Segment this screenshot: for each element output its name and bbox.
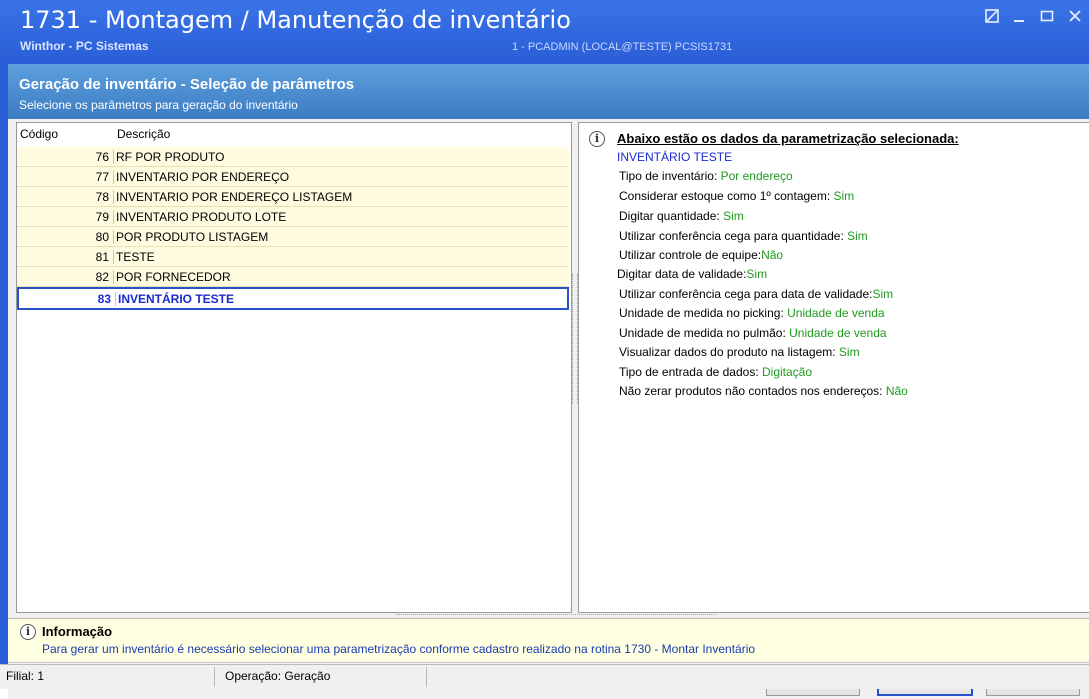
column-header-description[interactable]: Descrição xyxy=(117,127,170,141)
list-item[interactable]: 78 INVENTARIO POR ENDEREÇO LISTAGEM xyxy=(17,187,569,207)
detail-field: Utilizar conferência cega para data de v… xyxy=(619,287,893,301)
details-name: INVENTÁRIO TESTE xyxy=(617,150,733,164)
window-subtitle: Winthor - PC Sistemas xyxy=(20,39,149,53)
field-value: Digitação xyxy=(762,365,813,379)
field-value: Sim xyxy=(746,267,768,281)
status-divider xyxy=(214,667,215,687)
item-description: POR PRODUTO LISTAGEM xyxy=(113,230,268,244)
item-description: INVENTARIO POR ENDEREÇO xyxy=(113,170,289,184)
list-item[interactable]: 80 POR PRODUTO LISTAGEM xyxy=(17,227,569,247)
restore-icon[interactable] xyxy=(985,8,999,26)
item-description: POR FORNECEDOR xyxy=(113,270,231,284)
detail-field: Digitar data de validade:Sim xyxy=(617,267,767,281)
field-value: Sim xyxy=(847,229,868,243)
item-code: 80 xyxy=(95,230,109,244)
list-item[interactable]: 77 INVENTARIO POR ENDEREÇO xyxy=(17,167,569,187)
field-value: Por endereço xyxy=(720,169,793,183)
details-title: Abaixo estão os dados da parametrização … xyxy=(617,131,959,146)
info-icon: i xyxy=(589,131,605,147)
minimize-icon[interactable] xyxy=(1012,8,1026,26)
info-icon: i xyxy=(20,624,36,640)
detail-field: Utilizar controle de equipe:Não xyxy=(619,248,783,262)
title-bar[interactable]: 1731 - Montagem / Manutenção de inventár… xyxy=(0,0,1089,64)
list-item[interactable]: 82 POR FORNECEDOR xyxy=(17,267,569,287)
detail-field: Não zerar produtos não contados nos ende… xyxy=(619,384,908,398)
field-label: Considerar estoque como 1º contagem: xyxy=(619,189,834,203)
detail-field: Tipo de inventário: Por endereço xyxy=(619,169,793,183)
status-filial: Filial: 1 xyxy=(6,669,45,683)
client-area: Geração de inventário - Seleção de parâm… xyxy=(8,64,1089,699)
item-description: TESTE xyxy=(113,250,155,264)
detail-field: Utilizar conferência cega para quantidad… xyxy=(619,229,868,243)
list-item[interactable]: 76 RF POR PRODUTO xyxy=(17,147,569,167)
field-label: Digitar data de validade: xyxy=(617,267,747,281)
field-label: Não zerar produtos não contados nos ende… xyxy=(619,384,886,398)
info-bar: i Informação Para gerar um inventário é … xyxy=(8,618,1089,661)
app-window: 1731 - Montagem / Manutenção de inventár… xyxy=(0,0,1089,699)
list-item[interactable]: 81 TESTE xyxy=(17,247,569,267)
field-label: Unidade de medida no picking: xyxy=(619,306,788,320)
window-title: 1731 - Montagem / Manutenção de inventár… xyxy=(20,6,571,34)
field-value: Unidade de venda xyxy=(787,306,885,320)
status-operacao: Operação: Geração xyxy=(225,669,331,683)
close-icon[interactable] xyxy=(1068,8,1082,26)
field-label: Visualizar dados do produto na listagem: xyxy=(619,345,839,359)
field-value: Sim xyxy=(723,209,744,223)
parameter-list[interactable]: Código Descrição 76 RF POR PRODUTO 77 IN… xyxy=(16,122,572,613)
detail-field: Digitar quantidade: Sim xyxy=(619,209,744,223)
item-code: 79 xyxy=(95,210,109,224)
field-label: Utilizar conferência cega para quantidad… xyxy=(619,229,848,243)
field-label: Tipo de entrada de dados: xyxy=(619,365,762,379)
item-description: RF POR PRODUTO xyxy=(113,150,224,164)
details-panel: i Abaixo estão os dados da parametrizaçã… xyxy=(578,122,1089,613)
field-label: Digitar quantidade: xyxy=(619,209,724,223)
detail-field: Considerar estoque como 1º contagem: Sim xyxy=(619,189,854,203)
detail-field: Unidade de medida no picking: Unidade de… xyxy=(619,306,885,320)
status-bar: Filial: 1 Operação: Geração xyxy=(0,664,1089,689)
item-code: 82 xyxy=(95,270,109,284)
item-code: 76 xyxy=(95,150,109,164)
detail-field: Visualizar dados do produto na listagem:… xyxy=(619,345,860,359)
status-divider xyxy=(426,667,427,687)
field-value: Não xyxy=(885,384,908,398)
item-code: 81 xyxy=(95,250,109,264)
field-label: Utilizar conferência cega para data de v… xyxy=(619,287,873,301)
list-item-selected[interactable]: 83 INVENTÁRIO TESTE xyxy=(17,287,569,310)
field-value: Sim xyxy=(872,287,894,301)
field-label: Unidade de medida no pulmão: xyxy=(619,326,790,340)
item-description: INVENTARIO PRODUTO LOTE xyxy=(113,210,286,224)
column-header-code[interactable]: Código xyxy=(20,127,58,141)
item-code: 83 xyxy=(97,292,111,306)
item-code: 78 xyxy=(95,190,109,204)
list-item[interactable]: 79 INVENTARIO PRODUTO LOTE xyxy=(17,207,569,227)
page-subtitle: Selecione os parâmetros para geração do … xyxy=(19,98,298,112)
item-description: INVENTÁRIO TESTE xyxy=(115,292,234,306)
maximize-icon[interactable] xyxy=(1040,8,1054,26)
page-title: Geração de inventário - Seleção de parâm… xyxy=(19,76,355,93)
field-value: Não xyxy=(761,248,784,262)
field-label: Utilizar controle de equipe: xyxy=(619,248,762,262)
detail-field: Unidade de medida no pulmão: Unidade de … xyxy=(619,326,887,340)
session-info: 1 - PCADMIN (LOCAL@TESTE) PCSIS1731 xyxy=(512,41,733,53)
page-header: Geração de inventário - Seleção de parâm… xyxy=(8,64,1089,119)
field-value: Sim xyxy=(833,189,855,203)
field-value: Sim xyxy=(838,345,860,359)
info-text: Para gerar um inventário é necessário se… xyxy=(42,642,756,656)
item-code: 77 xyxy=(95,170,109,184)
field-value: Unidade de venda xyxy=(789,326,887,340)
field-label: Tipo de inventário: xyxy=(619,169,721,183)
item-description: INVENTARIO POR ENDEREÇO LISTAGEM xyxy=(113,190,352,204)
info-title: Informação xyxy=(42,624,113,639)
detail-field: Tipo de entrada de dados: Digitação xyxy=(619,365,812,379)
